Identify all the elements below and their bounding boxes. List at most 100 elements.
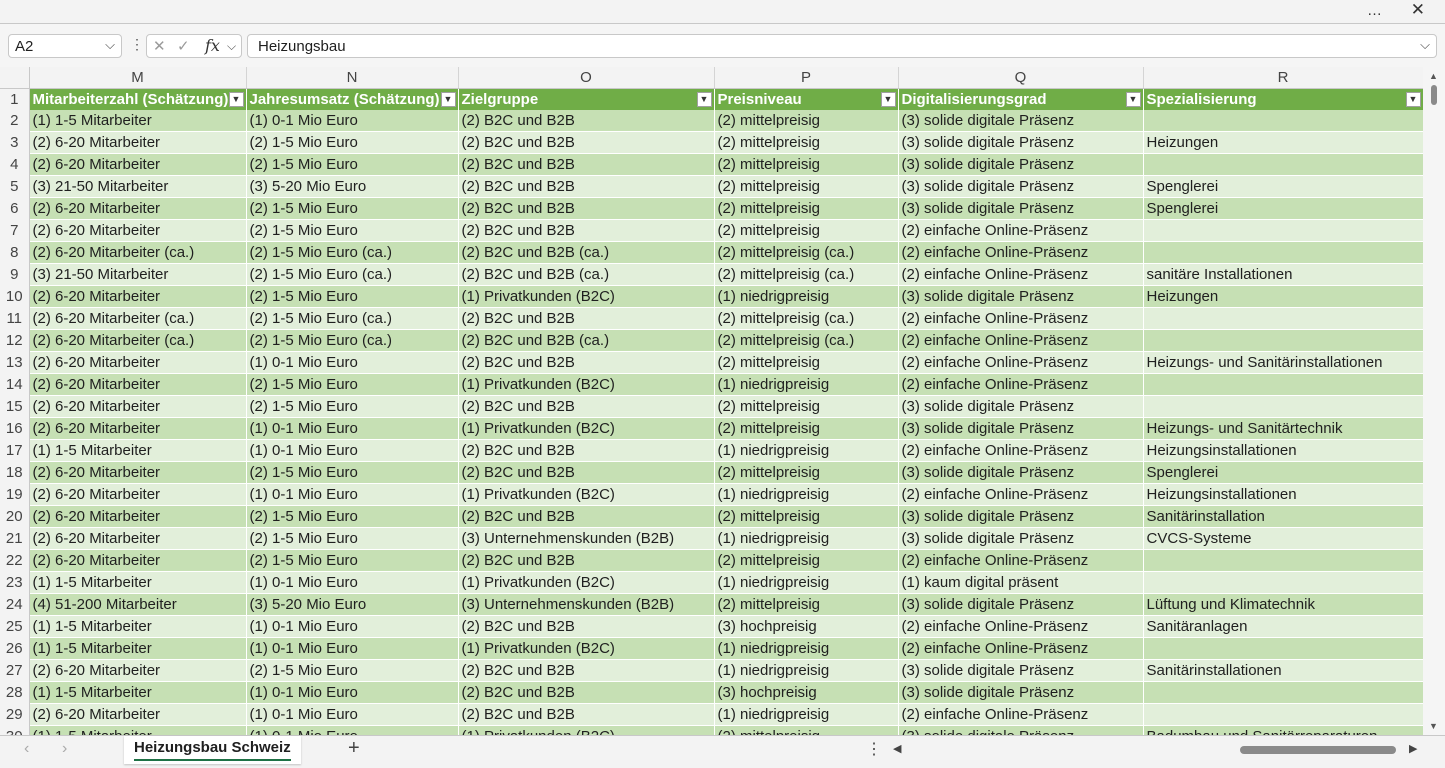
column-header-q[interactable]: Q [898,67,1144,89]
row-header[interactable]: 2 [0,110,30,132]
table-cell[interactable] [1143,329,1424,352]
row-header[interactable]: 7 [0,219,30,242]
table-cell[interactable]: (3) solide digitale Präsenz [898,659,1144,682]
table-cell[interactable]: (1) 1-5 Mitarbeiter [29,615,247,638]
vertical-scrollbar[interactable]: ▲ ▼ [1423,67,1445,735]
table-cell[interactable]: (2) 6-20 Mitarbeiter (ca.) [29,329,247,352]
table-cell[interactable]: (3) solide digitale Präsenz [898,197,1144,220]
row-header[interactable]: 11 [0,307,30,330]
table-cell[interactable]: (1) 0-1 Mio Euro [246,681,459,704]
table-cell[interactable]: (3) solide digitale Präsenz [898,681,1144,704]
table-cell[interactable]: Heizungsinstallationen [1143,483,1424,506]
table-cell[interactable]: (1) 0-1 Mio Euro [246,725,459,735]
table-cell[interactable]: Lüftung und Klimatechnik [1143,593,1424,616]
table-cell[interactable]: (2) 6-20 Mitarbeiter [29,703,247,726]
table-header-cell[interactable]: Digitalisierungsgrad ▼ [898,88,1144,110]
table-cell[interactable]: (2) 1-5 Mio Euro [246,505,459,528]
column-header-p[interactable]: P [714,67,899,89]
table-cell[interactable]: (2) B2C und B2B [458,505,715,528]
column-header-r[interactable]: R [1143,67,1424,89]
table-cell[interactable]: (3) Unternehmenskunden (B2B) [458,527,715,550]
table-cell[interactable]: (3) 21-50 Mitarbeiter [29,263,247,286]
row-header[interactable]: 26 [0,637,30,660]
table-cell[interactable]: (2) 1-5 Mio Euro [246,197,459,220]
table-cell[interactable]: Heizungsinstallationen [1143,439,1424,462]
cancel-icon[interactable]: ✕ [153,37,166,55]
row-header[interactable]: 8 [0,241,30,264]
table-cell[interactable]: (2) B2C und B2B [458,131,715,154]
table-cell[interactable]: (3) hochpreisig [714,615,899,638]
chevron-down-icon[interactable]: ⌵ [227,39,236,54]
table-cell[interactable] [1143,681,1424,704]
scroll-left-icon[interactable]: ◀ [893,742,901,755]
table-cell[interactable]: (3) hochpreisig [714,681,899,704]
name-box[interactable]: A2 ⌵ [8,34,122,58]
table-cell[interactable]: (3) solide digitale Präsenz [898,725,1144,735]
column-header-o[interactable]: O [458,67,715,89]
table-cell[interactable]: (1) niedrigpreisig [714,527,899,550]
table-cell[interactable]: (1) Privatkunden (B2C) [458,373,715,396]
table-cell[interactable]: (1) 1-5 Mitarbeiter [29,439,247,462]
table-cell[interactable]: (2) mittelpreisig [714,110,899,132]
table-cell[interactable]: (2) 1-5 Mio Euro [246,131,459,154]
table-cell[interactable]: (3) 5-20 Mio Euro [246,593,459,616]
row-header[interactable]: 6 [0,197,30,220]
table-cell[interactable]: (2) 6-20 Mitarbeiter [29,219,247,242]
table-cell[interactable]: (1) 1-5 Mitarbeiter [29,725,247,735]
table-cell[interactable] [1143,219,1424,242]
table-cell[interactable]: (1) Privatkunden (B2C) [458,285,715,308]
function-icon[interactable]: fx [205,36,220,55]
row-header[interactable]: 21 [0,527,30,550]
table-cell[interactable]: (2) einfache Online-Präsenz [898,483,1144,506]
table-cell[interactable] [1143,373,1424,396]
table-cell[interactable]: (3) solide digitale Präsenz [898,110,1144,132]
table-cell[interactable]: Sanitäranlagen [1143,615,1424,638]
next-sheet-icon[interactable]: › [62,740,67,758]
table-cell[interactable]: (2) 1-5 Mio Euro (ca.) [246,263,459,286]
table-cell[interactable]: (1) 1-5 Mitarbeiter [29,637,247,660]
table-cell[interactable]: Heizungs- und Sanitärinstallationen [1143,351,1424,374]
row-header[interactable]: 14 [0,373,30,396]
table-cell[interactable]: (2) B2C und B2B (ca.) [458,241,715,264]
table-cell[interactable]: (1) 1-5 Mitarbeiter [29,110,247,132]
table-cell[interactable]: (2) 1-5 Mio Euro [246,395,459,418]
table-cell[interactable]: (2) mittelpreisig (ca.) [714,263,899,286]
table-cell[interactable]: sanitäre Installationen [1143,263,1424,286]
table-cell[interactable]: (2) 6-20 Mitarbeiter [29,549,247,572]
table-cell[interactable] [1143,703,1424,726]
table-cell[interactable]: (2) 6-20 Mitarbeiter (ca.) [29,241,247,264]
table-cell[interactable]: (2) 1-5 Mio Euro [246,527,459,550]
row-header[interactable]: 24 [0,593,30,616]
row-header[interactable]: 17 [0,439,30,462]
table-cell[interactable]: Heizungs- und Sanitärtechnik [1143,417,1424,440]
table-cell[interactable]: (1) Privatkunden (B2C) [458,725,715,735]
table-cell[interactable]: (2) mittelpreisig [714,197,899,220]
vertical-scroll-thumb[interactable] [1431,85,1437,105]
table-cell[interactable]: (1) Privatkunden (B2C) [458,483,715,506]
table-cell[interactable]: (2) B2C und B2B (ca.) [458,329,715,352]
table-cell[interactable]: Heizungen [1143,285,1424,308]
table-cell[interactable]: (2) B2C und B2B (ca.) [458,263,715,286]
table-cell[interactable]: (2) 6-20 Mitarbeiter [29,351,247,374]
table-cell[interactable]: (1) 0-1 Mio Euro [246,110,459,132]
table-cell[interactable]: (2) einfache Online-Präsenz [898,615,1144,638]
table-cell[interactable]: (2) einfache Online-Präsenz [898,329,1144,352]
table-cell[interactable]: (2) einfache Online-Präsenz [898,219,1144,242]
table-cell[interactable]: (2) einfache Online-Präsenz [898,351,1144,374]
more-options-icon[interactable]: … [1367,2,1383,19]
row-header[interactable]: 4 [0,153,30,176]
scroll-down-icon[interactable]: ▼ [1429,721,1438,731]
more-vertical-icon[interactable]: ⋮ [130,36,144,53]
table-cell[interactable]: (2) 6-20 Mitarbeiter [29,527,247,550]
row-header[interactable]: 10 [0,285,30,308]
table-cell[interactable]: (2) B2C und B2B [458,175,715,198]
table-cell[interactable]: (1) niedrigpreisig [714,703,899,726]
table-cell[interactable]: (1) Privatkunden (B2C) [458,637,715,660]
table-cell[interactable]: (2) B2C und B2B [458,549,715,572]
table-cell[interactable]: (2) mittelpreisig [714,131,899,154]
table-cell[interactable]: (2) mittelpreisig [714,593,899,616]
row-header[interactable]: 12 [0,329,30,352]
table-header-cell[interactable]: Preisniveau ▼ [714,88,899,110]
filter-dropdown-icon[interactable]: ▼ [1125,92,1141,107]
table-cell[interactable]: (1) 0-1 Mio Euro [246,637,459,660]
